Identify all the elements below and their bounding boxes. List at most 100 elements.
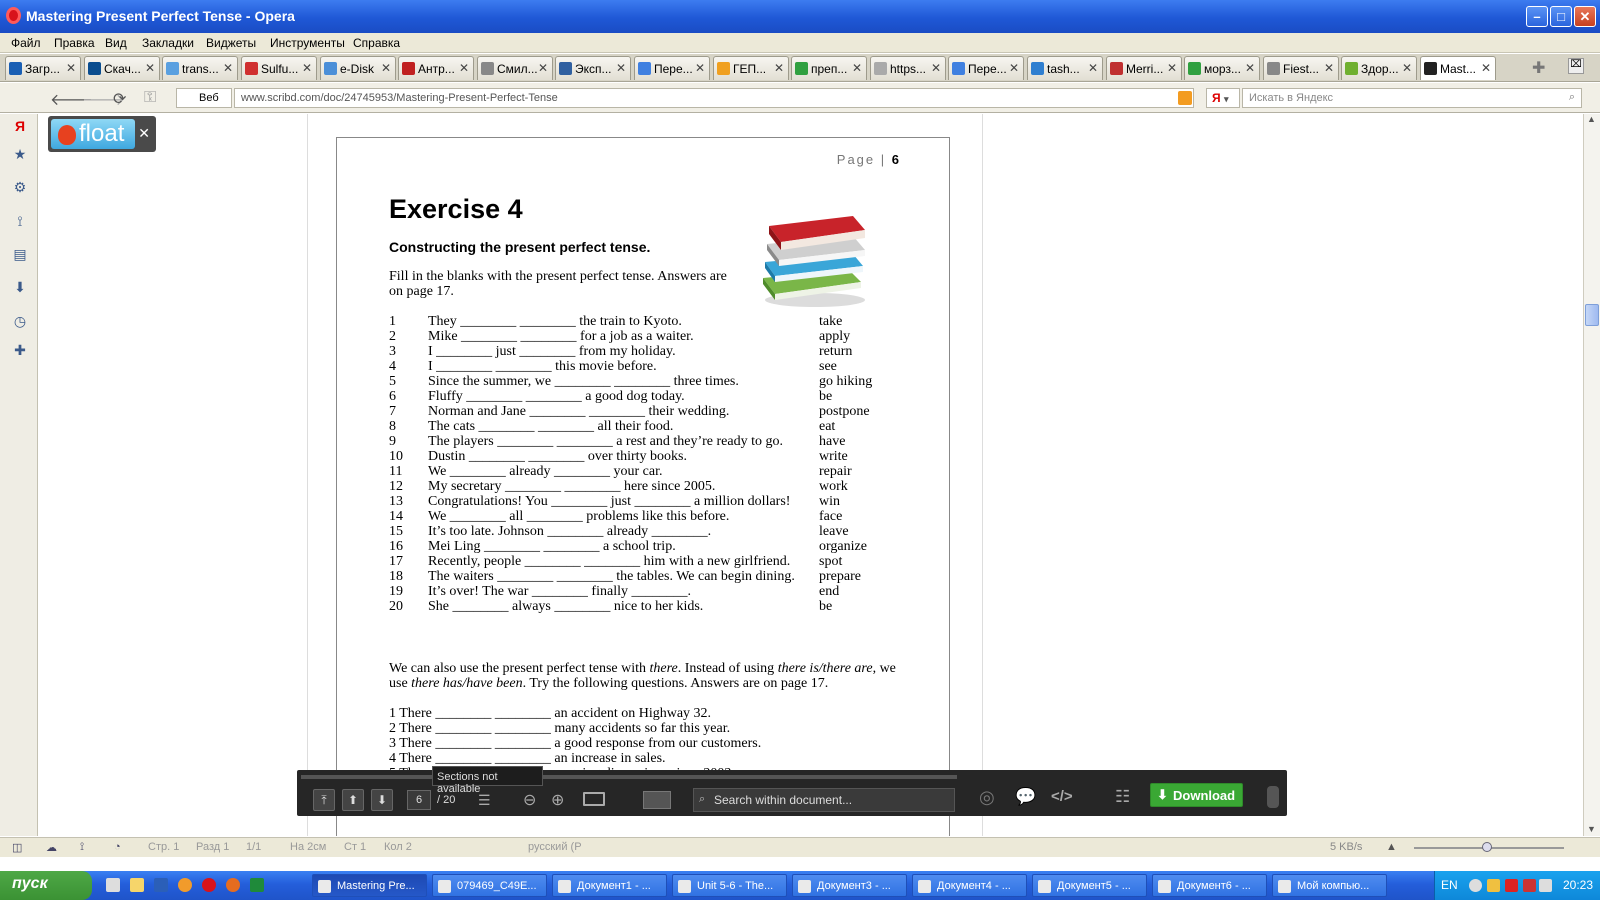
word-icon[interactable] [154,878,168,892]
taskbar-task[interactable]: Мой компью... [1272,874,1387,897]
scroll-mouse-icon[interactable] [1267,786,1279,808]
tab-5[interactable]: Антр... ✕ [398,56,474,80]
tray-network-icon[interactable] [1487,879,1500,892]
add-panel-icon[interactable]: ✚ [12,342,28,358]
tab-7[interactable]: Эксп... ✕ [555,56,631,80]
yandex-panel-icon[interactable]: Я [12,118,28,134]
float-widget[interactable]: float ✕ [48,116,156,152]
close-tab-icon[interactable]: ✕ [616,61,626,75]
reload-icon[interactable]: ⟳ [113,89,126,109]
zoom-slider-handle[interactable] [1482,842,1492,852]
close-tab-icon[interactable]: ✕ [538,61,548,75]
close-window-button[interactable]: ✕ [1574,6,1596,27]
tab-6[interactable]: Смил... ✕ [477,56,553,80]
share-icon[interactable]: ⟟ [12,213,28,229]
tab-12[interactable]: Пере... ✕ [948,56,1024,80]
close-tab-icon[interactable]: ✕ [1324,61,1334,75]
rss-icon[interactable] [1178,91,1192,105]
scrollbar-thumb[interactable] [1585,304,1599,326]
cloud-icon[interactable]: ☁ [46,841,57,854]
close-tab-icon[interactable]: ✕ [774,61,784,75]
firefox-icon[interactable] [226,878,240,892]
add-to-collection-icon[interactable]: ☷ [1115,787,1130,807]
tab-18[interactable]: Mast... ✕ [1420,56,1496,80]
document-search-input[interactable]: ⌕ Search within document... [693,788,955,812]
tab-10[interactable]: преп... ✕ [791,56,867,80]
close-tab-icon[interactable]: ✕ [145,61,155,75]
view-mode-icon[interactable] [643,791,671,809]
downloads-icon[interactable]: ⬇ [12,279,28,295]
tab-4[interactable]: e-Disk ✕ [320,56,396,80]
float-button[interactable]: float [51,119,135,149]
start-button[interactable]: пуск [0,871,92,900]
scroll-down-icon[interactable]: ▼ [1587,824,1596,834]
close-tab-icon[interactable]: ✕ [381,61,391,75]
close-tab-icon[interactable]: ✕ [302,61,312,75]
tab-17[interactable]: Здор... ✕ [1341,56,1417,80]
tab-0[interactable]: Загр... ✕ [5,56,81,80]
tab-1[interactable]: Скач... ✕ [84,56,160,80]
tab-9[interactable]: ГЕП... ✕ [713,56,789,80]
tray-check-icon[interactable] [1523,879,1536,892]
close-tab-icon[interactable]: ✕ [1481,61,1491,75]
tray-antivirus-icon[interactable] [1505,879,1518,892]
tab-3[interactable]: Sulfu... ✕ [241,56,317,80]
unite-icon[interactable]: ⟟ [80,841,84,854]
tab-14[interactable]: Merri... ✕ [1106,56,1182,80]
menu-view[interactable]: Вид [105,36,127,50]
previous-page-button[interactable]: ⬆ [342,789,364,811]
close-tab-icon[interactable]: ✕ [459,61,469,75]
close-tab-icon[interactable]: ✕ [931,61,941,75]
language-indicator[interactable]: EN [1441,878,1458,892]
close-tab-icon[interactable]: ✕ [1088,61,1098,75]
explorer-icon[interactable] [130,878,144,892]
vertical-scrollbar[interactable]: ▲ ▼ [1583,114,1600,836]
close-tab-icon[interactable]: ✕ [66,61,76,75]
notes-icon[interactable]: ▤ [12,246,28,262]
page-number-input[interactable]: 6 [407,790,431,810]
taskbar-task[interactable]: Документ3 - ... [792,874,907,897]
close-tab-icon[interactable]: ✕ [1245,61,1255,75]
fullscreen-icon[interactable] [583,792,605,806]
trash-icon[interactable]: ⌧ [1568,58,1584,74]
minimize-button[interactable]: – [1526,6,1548,27]
taskbar-task[interactable]: Mastering Pre... [312,874,427,897]
history-icon[interactable]: ◷ [12,313,28,329]
panel-toggle-icon[interactable]: ◫ [12,841,22,854]
close-tab-icon[interactable]: ✕ [1009,61,1019,75]
menu-file[interactable]: Файл [11,36,41,50]
comment-icon[interactable]: 💬 [1015,787,1036,807]
close-tab-icon[interactable]: ✕ [1167,61,1177,75]
taskbar-task[interactable]: 079469_C49E... [432,874,547,897]
close-tab-icon[interactable]: ✕ [852,61,862,75]
target-icon[interactable]: ◎ [979,787,995,808]
menu-help[interactable]: Справка [353,36,400,50]
menu-tools[interactable]: Инструменты [270,36,345,50]
scroll-up-icon[interactable]: ▲ [1587,114,1596,124]
menu-edit[interactable]: Правка [54,36,95,50]
embed-code-icon[interactable]: </> [1051,788,1073,805]
close-tab-icon[interactable]: ✕ [223,61,233,75]
speed-dial-icon[interactable]: ◔ [114,841,121,853]
next-page-button[interactable]: ⬇ [371,789,393,811]
tab-13[interactable]: tash... ✕ [1027,56,1103,80]
star-icon[interactable]: ★ [12,146,28,162]
taskbar-task[interactable]: Документ1 - ... [552,874,667,897]
first-page-button[interactable]: ⤒ [313,789,335,811]
tab-15[interactable]: морз... ✕ [1184,56,1260,80]
taskbar-task[interactable]: Документ4 - ... [912,874,1027,897]
taskbar-task[interactable]: Документ5 - ... [1032,874,1147,897]
search-input[interactable]: Искать в Яндекс ⌕ [1242,88,1582,108]
menu-widgets[interactable]: Виджеты [206,36,256,50]
tab-16[interactable]: Fiest... ✕ [1263,56,1339,80]
tab-11[interactable]: https... ✕ [870,56,946,80]
address-bar[interactable]: www.scribd.com/doc/24745953/Mastering-Pr… [234,88,1194,108]
tab-8[interactable]: Пере... ✕ [634,56,710,80]
key-icon[interactable]: ⚿ [144,89,156,107]
maximize-button[interactable]: □ [1550,6,1572,27]
status-arrow-icon[interactable]: ▲ [1386,841,1397,853]
close-float-icon[interactable]: ✕ [138,125,150,142]
tray-volume-icon[interactable] [1539,879,1552,892]
show-desktop-icon[interactable] [106,878,120,892]
new-tab-icon[interactable]: ✚ [1532,58,1545,78]
